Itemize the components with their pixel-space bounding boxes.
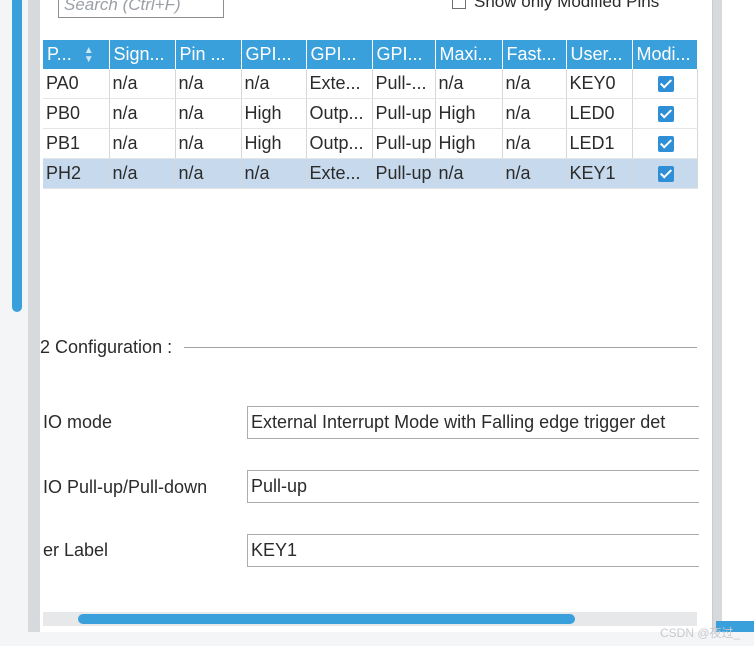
cell-user-label: KEY1 (566, 158, 633, 189)
table-row[interactable]: PB0 n/a n/a High Outp... Pull-up High n/… (43, 98, 698, 129)
column-header-user-label[interactable]: User... (566, 40, 633, 69)
checkbox-box[interactable] (452, 0, 466, 9)
cell-pin: PH2 (43, 158, 110, 189)
gpio-mode-select[interactable]: External Interrupt Mode with Falling edg… (247, 406, 699, 439)
column-header-gpio-output[interactable]: GPI... (241, 40, 307, 69)
cell-modified (632, 158, 698, 189)
sort-arrows-icon[interactable]: ▲ ▼ (84, 46, 94, 65)
table-row-selected[interactable]: PH2 n/a n/a n/a Exte... Pull-up n/a n/a … (43, 158, 698, 189)
panel-border-left (28, 0, 40, 632)
cell-gpio-pull: Pull-up (372, 98, 436, 129)
cell-gpio-pull: Pull-... (372, 69, 436, 99)
show-modified-checkbox[interactable]: Show only Modified Pins (452, 0, 659, 12)
gpio-pull-label: IO Pull-up/Pull-down (43, 477, 208, 497)
modified-check-icon (657, 136, 674, 153)
cell-gpio-output: High (241, 98, 307, 129)
cell-gpio-mode: Exte... (306, 69, 373, 99)
cell-signal: n/a (109, 69, 176, 99)
cell-signal: n/a (109, 158, 176, 189)
search-input[interactable]: Search (Ctrl+F) (58, 0, 224, 18)
vertical-scrollbar-thumb[interactable] (12, 0, 22, 312)
section-divider (184, 347, 697, 348)
column-header-gpio-mode[interactable]: GPI... (306, 40, 373, 69)
cell-pin-context: n/a (175, 69, 242, 99)
cell-user-label: LED1 (566, 128, 633, 159)
cell-max-speed: n/a (435, 158, 503, 189)
cell-gpio-output: n/a (241, 69, 307, 99)
cell-max-speed: n/a (435, 69, 503, 99)
cell-gpio-pull: Pull-up (372, 158, 436, 189)
user-label-label: er Label (43, 540, 109, 560)
table-header-row: P... ▲ ▼ Sign... Pin ... GPI... GPI... GPI… (43, 40, 698, 69)
user-label-input[interactable]: KEY1 (247, 534, 699, 567)
panel-border-right (712, 0, 722, 632)
configuration-section-title: 2 Configuration : (40, 337, 173, 357)
cell-fast-mode: n/a (502, 69, 567, 99)
modified-check-icon (657, 76, 674, 93)
cell-pin: PB1 (43, 128, 110, 159)
column-header-fast-mode[interactable]: Fast... (502, 40, 567, 69)
cell-fast-mode: n/a (502, 98, 567, 129)
watermark-text: CSDN @夜过_ (660, 626, 741, 640)
cell-modified (632, 69, 698, 99)
cell-user-label: KEY0 (566, 69, 633, 99)
table-row[interactable]: PA0 n/a n/a n/a Exte... Pull-... n/a n/a… (43, 69, 698, 99)
column-header-signal[interactable]: Sign... (109, 40, 176, 69)
column-header-pin-context[interactable]: Pin ... (175, 40, 242, 69)
cell-signal: n/a (109, 128, 176, 159)
cell-gpio-output: n/a (241, 158, 307, 189)
cell-fast-mode: n/a (502, 158, 567, 189)
column-header-modified[interactable]: Modi... (632, 40, 698, 69)
column-header-gpio-pull[interactable]: GPI... (372, 40, 436, 69)
modified-check-icon (657, 106, 674, 123)
cell-user-label: LED0 (566, 98, 633, 129)
cell-pin-context: n/a (175, 128, 242, 159)
bottom-edge (0, 632, 754, 646)
cell-signal: n/a (109, 98, 176, 129)
cell-pin-context: n/a (175, 158, 242, 189)
cell-gpio-mode: Outp... (306, 128, 373, 159)
cell-gpio-pull: Pull-up (372, 128, 436, 159)
modified-check-icon (657, 166, 674, 183)
cell-gpio-mode: Outp... (306, 98, 373, 129)
cell-pin-context: n/a (175, 98, 242, 129)
show-modified-label: Show only Modified Pins (474, 0, 660, 11)
column-header-pin[interactable]: P... ▲ ▼ (43, 40, 110, 69)
cell-pin: PB0 (43, 98, 110, 129)
cell-modified (632, 98, 698, 129)
cell-max-speed: High (435, 128, 503, 159)
cell-pin: PA0 (43, 69, 110, 99)
table-row[interactable]: PB1 n/a n/a High Outp... Pull-up High n/… (43, 128, 698, 159)
cell-fast-mode: n/a (502, 128, 567, 159)
cell-modified (632, 128, 698, 159)
cell-gpio-output: High (241, 128, 307, 159)
cell-max-speed: High (435, 98, 503, 129)
horizontal-scrollbar-thumb[interactable] (78, 614, 575, 624)
cell-gpio-mode: Exte... (306, 158, 373, 189)
gpio-mode-label: IO mode (43, 412, 113, 432)
column-header-max-speed[interactable]: Maxi... (435, 40, 503, 69)
pin-table: P... ▲ ▼ Sign... Pin ... GPI... GPI... GPI… (43, 40, 698, 189)
gpio-pull-select[interactable]: Pull-up (247, 470, 699, 503)
